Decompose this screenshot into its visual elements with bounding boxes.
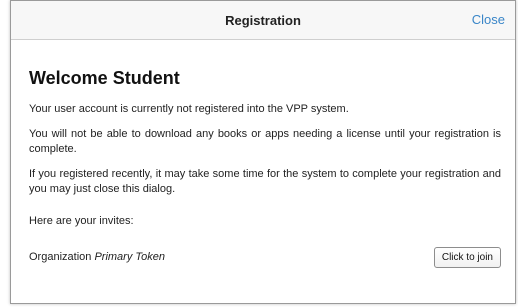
warning-paragraph: You will not be able to download any boo… — [29, 128, 501, 155]
close-link[interactable]: Close — [472, 1, 505, 39]
invite-prefix: Organization — [29, 251, 92, 263]
click-to-join-button[interactable]: Click to join — [433, 246, 501, 268]
invite-org-name: Primary Token — [94, 251, 165, 263]
invite-description: Organization Primary Token — [29, 251, 165, 263]
status-paragraph: Your user account is currently not regis… — [29, 103, 349, 115]
dialog-titlebar: Registration Close — [11, 1, 515, 40]
invite-row: Organization Primary Token Click to join — [29, 245, 501, 269]
welcome-heading: Welcome Student — [29, 68, 180, 88]
dialog-title: Registration — [225, 12, 301, 28]
registration-dialog: Registration Close Welcome Student Your … — [10, 0, 516, 304]
info-paragraph: If you registered recently, it may take … — [29, 168, 501, 195]
dialog-content: Welcome Student Your user account is cur… — [11, 40, 515, 269]
invites-label: Here are your invites: — [29, 215, 134, 227]
